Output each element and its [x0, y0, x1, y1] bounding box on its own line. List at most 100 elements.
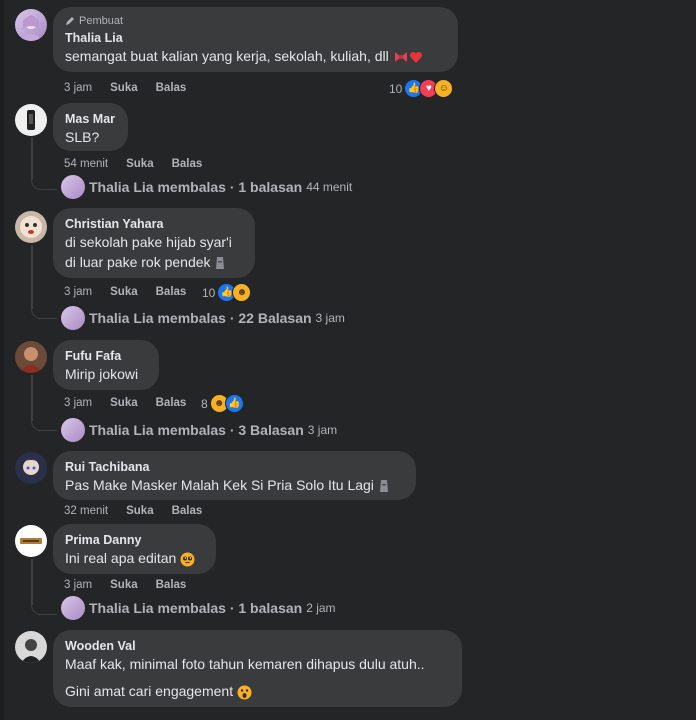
reaction-summary[interactable]: 8 ☻ 👍 [201, 394, 244, 413]
thread-line [31, 559, 33, 605]
avatar-christian-yahara[interactable] [15, 211, 47, 243]
avatar-image [27, 110, 35, 130]
reaction-count: 10 [389, 81, 403, 96]
reply-avatar [61, 306, 85, 330]
comment-author[interactable]: Christian Yahara [65, 216, 243, 232]
view-replies-link[interactable]: Thalia Lia membalas · 1 balasan 44 menit [61, 175, 352, 199]
avatar-image [20, 538, 42, 544]
avatar-image [21, 639, 41, 663]
comment-actions: 3 jam Suka Balas [64, 579, 204, 591]
reply-connector [31, 176, 57, 190]
reply-time: 3 jam [315, 311, 345, 325]
reply-time: 2 jam [306, 601, 336, 615]
avatar-image [21, 459, 41, 475]
avatar-image [20, 15, 42, 41]
screaming-face-emoji-icon [237, 685, 252, 700]
comment-author[interactable]: Rui Tachibana [65, 459, 404, 475]
reply-avatar [61, 418, 85, 442]
ribbon-emoji-icon [394, 52, 407, 63]
reply-button[interactable]: Balas [156, 397, 187, 409]
reply-summary: Thalia Lia membalas · 3 Balasan [89, 422, 304, 438]
moai-emoji-icon [379, 480, 388, 493]
reply-connector [31, 417, 57, 431]
avatar-thalia-lia[interactable] [15, 9, 47, 41]
comment-bubble: Mas Mar SLB? [53, 103, 128, 151]
comment-time[interactable]: 32 menit [64, 505, 108, 517]
avatar-mas-mar[interactable] [15, 104, 47, 136]
avatar-fufu-fafa[interactable] [15, 341, 47, 373]
badge-label: Pembuat [79, 15, 124, 27]
comment-time[interactable]: 3 jam [64, 286, 92, 298]
reply-button[interactable]: Balas [172, 158, 203, 170]
view-replies-link[interactable]: Thalia Lia membalas · 1 balasan 2 jam [61, 596, 336, 620]
author-badge: Pembuat [65, 15, 446, 27]
like-button[interactable]: Suka [110, 579, 138, 591]
comment-text-line-2: di luar pake rok pendek [65, 252, 243, 272]
view-replies-link[interactable]: Thalia Lia membalas · 22 Balasan 3 jam [61, 306, 345, 330]
avatar-image [20, 216, 42, 238]
comment-actions: 3 jam Suka Balas [64, 286, 204, 298]
avatar-wooden-val[interactable] [15, 631, 47, 663]
comment-time[interactable]: 54 menit [64, 158, 108, 170]
comment-bubble: Pembuat Thalia Lia semangat buat kalian … [53, 7, 458, 72]
reply-button[interactable]: Balas [156, 579, 187, 591]
like-button[interactable]: Suka [110, 82, 138, 94]
thread-line [31, 375, 33, 421]
reply-time: 44 menit [306, 180, 353, 194]
comment-bubble: Fufu Fafa Mirip jokowi [53, 340, 159, 390]
comment-time[interactable]: 3 jam [64, 397, 92, 409]
window-edge [0, 0, 4, 720]
haha-reaction-icon: ☻ [232, 283, 252, 302]
reply-summary: Thalia Lia membalas · 1 balasan [89, 600, 303, 616]
reply-button[interactable]: Balas [172, 505, 203, 517]
care-reaction-icon: ☺ [434, 79, 454, 98]
comment-text-line-1: Maaf kak, minimal foto tahun kemaren dih… [65, 656, 425, 672]
reply-connector [31, 305, 57, 319]
comment-author[interactable]: Thalia Lia [65, 30, 446, 46]
view-replies-link[interactable]: Thalia Lia membalas · 3 Balasan 3 jam [61, 418, 337, 442]
comment-text-line-2: Gini amat cari engagement [65, 681, 450, 701]
comment-author[interactable]: Mas Mar [65, 111, 116, 127]
like-button[interactable]: Suka [126, 158, 154, 170]
comment-actions: 3 jam Suka Balas [64, 82, 204, 94]
comment-bubble: Christian Yahara di sekolah pake hijab s… [53, 208, 255, 278]
comment-bubble: Rui Tachibana Pas Make Masker Malah Kek … [53, 451, 416, 500]
reaction-count: 10 [202, 285, 216, 300]
reaction-count: 8 [201, 396, 208, 411]
comment-author[interactable]: Fufu Fafa [65, 348, 147, 364]
comment-bubble: Prima Danny Ini real apa editan [53, 524, 216, 574]
like-reaction-icon: 👍 [224, 394, 244, 413]
avatar-image [19, 347, 43, 373]
comment-text: Mirip jokowi [65, 366, 139, 382]
comment-actions: 54 menit Suka Balas [64, 158, 220, 170]
comment-text: semangat buat kalian yang kerja, sekolah… [65, 46, 446, 66]
comment-text: Ini real apa editan [65, 548, 204, 568]
avatar-rui-tachibana[interactable] [15, 452, 47, 484]
thread-line [31, 245, 33, 309]
comment-time[interactable]: 3 jam [64, 579, 92, 591]
comment-text-line-1: di sekolah pake hijab syar'i [65, 234, 232, 250]
pencil-icon [66, 17, 74, 25]
like-button[interactable]: Suka [110, 286, 138, 298]
reply-avatar [61, 175, 85, 199]
comment-text: SLB? [65, 129, 100, 145]
reply-summary: Thalia Lia membalas · 1 balasan [89, 179, 303, 195]
reply-time: 3 jam [307, 423, 338, 437]
like-button[interactable]: Suka [110, 397, 138, 409]
comment-time[interactable]: 3 jam [64, 82, 92, 94]
reaction-summary[interactable]: 10 👍 ♥ ☺ [389, 79, 454, 98]
pleading-face-emoji-icon [180, 552, 195, 567]
like-button[interactable]: Suka [126, 505, 154, 517]
avatar-prima-danny[interactable] [15, 525, 47, 557]
reaction-summary[interactable]: 10 👍 ☻ [202, 283, 252, 302]
reply-button[interactable]: Balas [156, 82, 187, 94]
comment-bubble: Wooden Val Maaf kak, minimal foto tahun … [53, 630, 462, 707]
comment-author[interactable]: Wooden Val [65, 638, 450, 654]
reply-avatar [61, 596, 85, 620]
reply-button[interactable]: Balas [156, 286, 187, 298]
heart-emoji-icon [409, 51, 422, 63]
reply-connector [31, 601, 57, 615]
thread-line [31, 138, 33, 180]
comment-author[interactable]: Prima Danny [65, 532, 204, 548]
comment-actions: 3 jam Suka Balas [64, 397, 204, 409]
